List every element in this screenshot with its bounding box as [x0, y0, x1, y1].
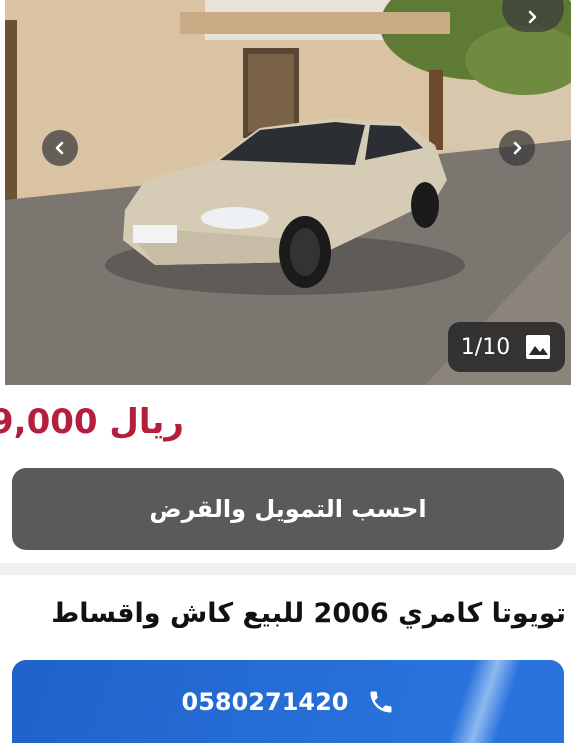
image-counter-text: 1/10	[460, 334, 511, 360]
listing-title: تويوتا كامري 2006 للبيع كاش واقساط	[51, 598, 566, 629]
phone-icon	[370, 691, 391, 712]
gallery-prev-button[interactable]	[42, 130, 78, 166]
chevron-left-icon	[55, 141, 64, 155]
chevron-right-icon	[513, 141, 522, 155]
phone-number: 0580271420	[181, 687, 349, 716]
section-divider	[0, 563, 576, 575]
gallery-counter[interactable]: 1/10	[448, 322, 565, 372]
finance-calculator-label: احسب التمويل والقرض	[149, 495, 427, 523]
photo-gallery[interactable]: 1/10	[5, 0, 571, 385]
finance-calculator-button[interactable]: احسب التمويل والقرض	[12, 468, 564, 550]
listing-price: 9,000 ريال	[0, 402, 184, 442]
chevron-right-icon	[528, 10, 537, 24]
call-seller-button[interactable]: 0580271420	[12, 660, 564, 743]
gallery-next-button[interactable]	[499, 130, 535, 166]
image-icon	[526, 335, 551, 359]
